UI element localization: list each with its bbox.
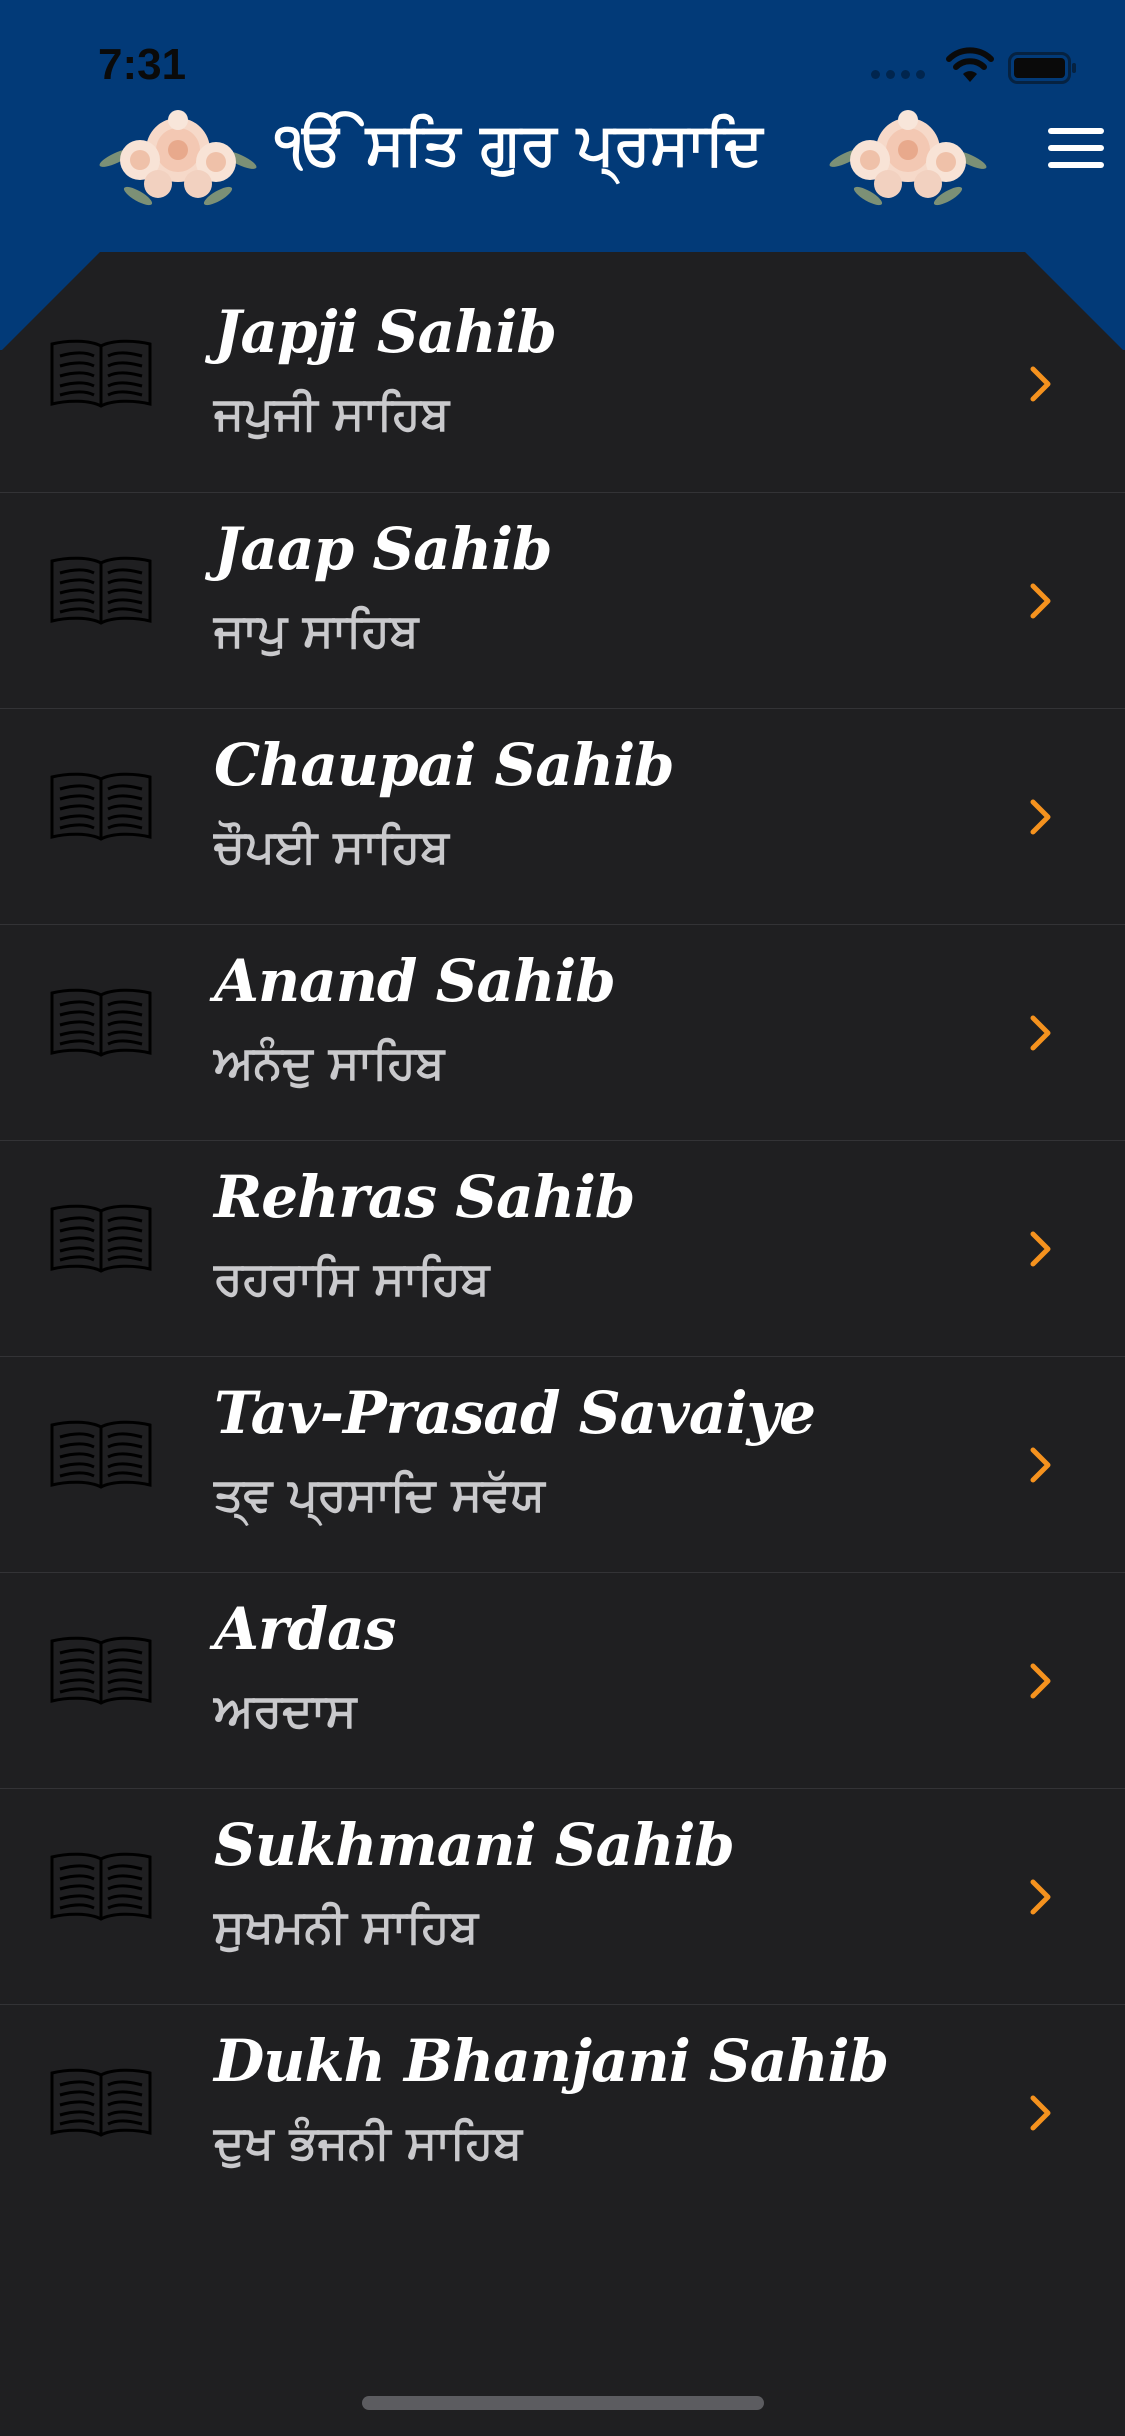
chevron-right-icon bbox=[1030, 2095, 1051, 2131]
book-icon bbox=[50, 556, 152, 625]
chevron-right-icon bbox=[1030, 366, 1051, 402]
home-indicator[interactable] bbox=[362, 2396, 764, 2410]
book-icon bbox=[50, 339, 152, 408]
prayer-list: Japji Sahib ਜਪੁਜੀ ਸਾਹਿਬ Jaap Sahib ਜਾਪੁ … bbox=[0, 276, 1125, 2221]
flower-decoration-left bbox=[99, 110, 257, 206]
header-title: ੴ ਸਤਿ ਗੁਰ ਪ੍ਰਸਾਦਿ bbox=[275, 110, 763, 178]
list-item[interactable]: Japji Sahib ਜਪੁਜੀ ਸਾਹਿਬ bbox=[0, 276, 1125, 493]
title-english: Anand Sahib bbox=[214, 947, 616, 1015]
title-punjabi: ਤ੍ਵ ਪ੍ਰਸਾਦਿ ਸਵੱਯ bbox=[214, 1467, 545, 1521]
battery-icon bbox=[1008, 52, 1076, 84]
title-english: Tav-Prasad Savaiye bbox=[214, 1379, 816, 1447]
title-english: Japji Sahib bbox=[214, 298, 557, 366]
book-icon bbox=[50, 1636, 152, 1705]
book-icon bbox=[50, 988, 152, 1057]
title-punjabi: ਜਪੁਜੀ ਸਾਹਿਬ bbox=[214, 386, 450, 440]
title-punjabi: ਅਨੰਦੁ ਸਾਹਿਬ bbox=[214, 1035, 445, 1089]
hamburger-menu-icon[interactable] bbox=[1048, 128, 1104, 168]
title-punjabi: ਰਹਰਾਸਿ ਸਾਹਿਬ bbox=[214, 1251, 490, 1305]
list-item[interactable]: Chaupai Sahib ਚੌਪਈ ਸਾਹਿਬ bbox=[0, 709, 1125, 925]
title-english: Chaupai Sahib bbox=[214, 731, 675, 799]
app-screen: 7:31 ੴ ਸਤਿ ਗੁਰ ਪ੍ਰਸਾਦਿ Japji Sahib ਜਪੁਜੀ… bbox=[0, 0, 1125, 2436]
flower-decoration-right bbox=[829, 110, 987, 206]
chevron-right-icon bbox=[1030, 1231, 1051, 1267]
book-icon bbox=[50, 1420, 152, 1489]
book-icon bbox=[50, 1204, 152, 1273]
title-english: Ardas bbox=[214, 1595, 396, 1663]
list-item[interactable]: Jaap Sahib ਜਾਪੁ ਸਾਹਿਬ bbox=[0, 493, 1125, 709]
title-punjabi: ਚੌਪਈ ਸਾਹਿਬ bbox=[214, 819, 449, 873]
title-punjabi: ਅਰਦਾਸ bbox=[214, 1683, 357, 1737]
title-english: Sukhmani Sahib bbox=[214, 1811, 735, 1879]
chevron-right-icon bbox=[1030, 1447, 1051, 1483]
chevron-right-icon bbox=[1030, 583, 1051, 619]
chevron-right-icon bbox=[1030, 1879, 1051, 1915]
chevron-right-icon bbox=[1030, 1015, 1051, 1051]
wifi-icon bbox=[946, 47, 994, 82]
book-icon bbox=[50, 1852, 152, 1921]
book-icon bbox=[50, 2068, 152, 2137]
book-icon bbox=[50, 772, 152, 841]
list-item[interactable]: Tav-Prasad Savaiye ਤ੍ਵ ਪ੍ਰਸਾਦਿ ਸਵੱਯ bbox=[0, 1357, 1125, 1573]
title-english: Rehras Sahib bbox=[214, 1163, 635, 1231]
list-item[interactable]: Anand Sahib ਅਨੰਦੁ ਸਾਹਿਬ bbox=[0, 925, 1125, 1141]
chevron-right-icon bbox=[1030, 1663, 1051, 1699]
title-punjabi: ਸੁਖਮਨੀ ਸਾਹਿਬ bbox=[214, 1899, 479, 1953]
title-english: Dukh Bhanjani Sahib bbox=[214, 2027, 889, 2095]
title-punjabi: ਦੁਖ ਭੰਜਨੀ ਸਾਹਿਬ bbox=[214, 2115, 523, 2169]
title-punjabi: ਜਾਪੁ ਸਾਹਿਬ bbox=[214, 603, 419, 657]
status-time: 7:31 bbox=[98, 40, 187, 89]
list-item[interactable]: Rehras Sahib ਰਹਰਾਸਿ ਸਾਹਿਬ bbox=[0, 1141, 1125, 1357]
list-item[interactable]: Sukhmani Sahib ਸੁਖਮਨੀ ਸਾਹਿਬ bbox=[0, 1789, 1125, 2005]
chevron-right-icon bbox=[1030, 799, 1051, 835]
list-item[interactable]: Dukh Bhanjani Sahib ਦੁਖ ਭੰਜਨੀ ਸਾਹਿਬ bbox=[0, 2005, 1125, 2221]
signal-icon bbox=[871, 70, 925, 79]
title-english: Jaap Sahib bbox=[214, 515, 553, 583]
list-item[interactable]: Ardas ਅਰਦਾਸ bbox=[0, 1573, 1125, 1789]
